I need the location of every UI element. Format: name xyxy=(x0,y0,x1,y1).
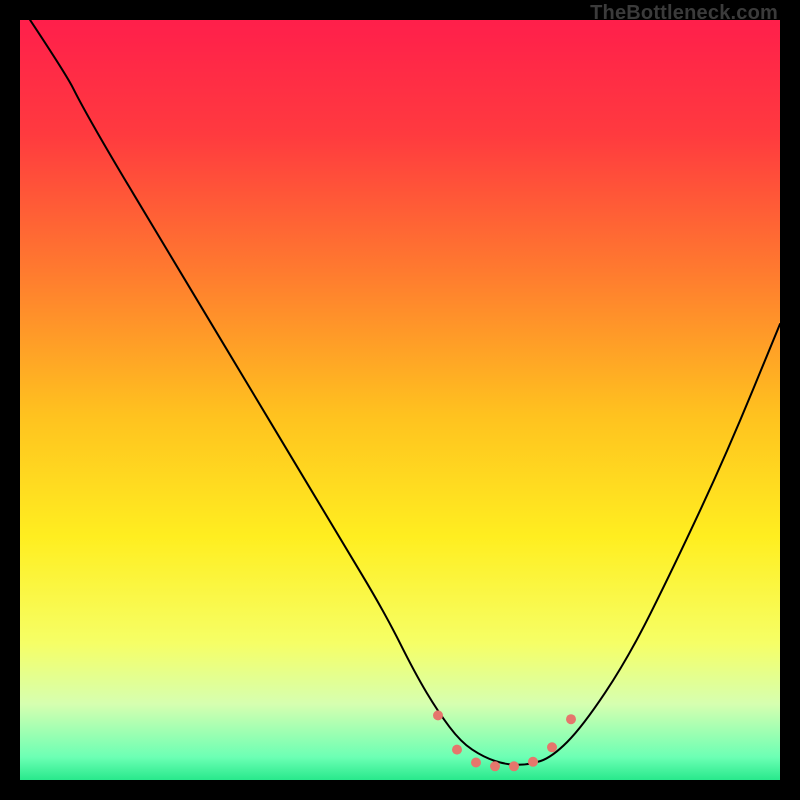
marker-dot xyxy=(433,710,443,720)
optimal-range-markers xyxy=(433,710,576,771)
chart-svg xyxy=(20,20,780,780)
plot-area xyxy=(20,20,780,780)
marker-dot xyxy=(509,761,519,771)
marker-dot xyxy=(452,745,462,755)
bottleneck-curve xyxy=(20,20,780,765)
marker-dot xyxy=(547,742,557,752)
marker-dot xyxy=(471,758,481,768)
marker-dot xyxy=(566,714,576,724)
marker-dot xyxy=(528,757,538,767)
marker-dot xyxy=(490,761,500,771)
chart-frame: TheBottleneck.com xyxy=(0,0,800,800)
attribution-label: TheBottleneck.com xyxy=(590,2,778,25)
